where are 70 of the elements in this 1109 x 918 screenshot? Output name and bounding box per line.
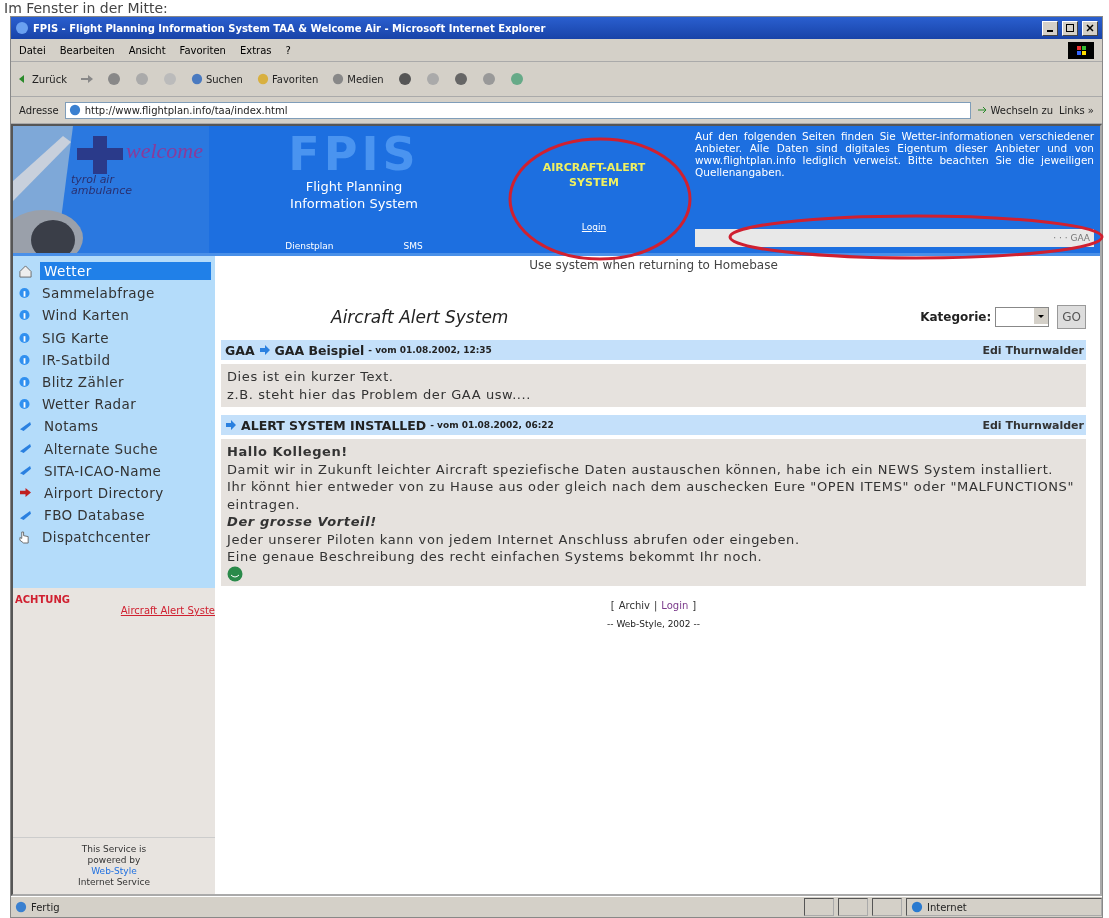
homebase-notice: Use system when returning to Homebase	[529, 258, 778, 272]
sidebar-item[interactable]: Wind Karten	[19, 304, 211, 327]
bracket-text: [	[610, 599, 615, 611]
go-button[interactable]: GO	[1057, 305, 1086, 329]
header-link[interactable]: SMS	[403, 241, 423, 251]
window-title: FPIS - Flight Planning Information System TAA & Welcome Air - Microsoft Internet Explorer	[33, 22, 547, 34]
go-button[interactable]: Wechseln zu	[977, 104, 1053, 116]
sidebar-item[interactable]: SITA-ICAO-Name	[19, 459, 211, 482]
sidebar-item[interactable]: FBO Database	[19, 504, 211, 527]
archive-link[interactable]: Archiv	[618, 599, 650, 611]
powered-by-text: This Service is	[81, 844, 147, 855]
logo-subtitle: tyrol air ambulance	[71, 174, 133, 196]
notice-text: Auf den folgenden Seiten finden Sie Wetter-informationen verschiedener Anbieter. Alle Daten sind digitales Eigentum dieser Anbieter und von www.flightplan.info lediglich verweist. Bitte beachten Sie die jeweiligen Quellenangaben.	[695, 130, 1094, 178]
sidebar-item[interactable]: Alternate Suche	[19, 437, 211, 460]
status-text: Fertig	[31, 901, 60, 913]
sidebar-item[interactable]: Sammelabfrage	[19, 282, 211, 305]
post-text: Jeder unserer Piloten kann von jedem Internet Anschluss abrufen oder eingeben.	[227, 530, 801, 548]
post-date: - vom 01.08.2002, 06:22	[430, 420, 554, 430]
alert-system-link[interactable]: Aircraft Alert Syste	[120, 605, 215, 617]
logo-text: welcome	[126, 138, 203, 164]
post-author: Edi Thurnwalder	[982, 418, 1084, 432]
sidebar-item[interactable]: Notams	[19, 415, 211, 438]
news-ticker: · · · GAA	[695, 229, 1094, 247]
post-category: GAA	[225, 342, 255, 358]
post-text: Hallo Kollegen!	[227, 443, 349, 461]
login-link[interactable]: Login	[661, 599, 689, 611]
address-label: Adresse	[19, 104, 59, 116]
brand-subtitle: Flight Planning Information System	[289, 178, 419, 212]
media-button[interactable]: Medien	[332, 73, 384, 85]
copyright-text: -- Web-Style, 2002 --	[607, 618, 700, 629]
post-date: - vom 01.08.2002, 12:35	[368, 345, 492, 355]
search-button[interactable]: Suchen	[190, 73, 243, 85]
powered-by-text: powered by	[87, 855, 141, 866]
menu-item[interactable]: Extras	[239, 44, 272, 56]
menu-item[interactable]: Favoriten	[179, 44, 226, 56]
warning-label: ACHTUNG	[15, 594, 71, 606]
web-style-link[interactable]: Web-Style	[91, 866, 137, 877]
address-field[interactable]: http://www.flightplan.info/taa/index.html	[64, 101, 972, 119]
post-title: ALERT SYSTEM INSTALLED	[241, 417, 427, 433]
sidebar-item[interactable]: IR-Satbild	[19, 348, 211, 371]
sidebar-item[interactable]: SIG Karte	[19, 326, 211, 349]
alert-system-title: AIRCRAFT-ALERT SYSTEM	[541, 160, 647, 190]
menu-item[interactable]: ?	[285, 44, 291, 56]
post-text: z.B. steht hier das Problem der GAA usw....	[227, 385, 533, 403]
post-text: Dies ist ein kurzer Text.	[227, 368, 395, 386]
header-link[interactable]: Dienstplan	[285, 241, 334, 251]
post-text: Damit wir in Zukunft leichter Aircraft speziefische Daten austauschen können, habe ich ein NEWS System installiert.	[227, 460, 1055, 478]
bracket-text: ]	[692, 599, 697, 611]
post-title: GAA Beispiel	[274, 342, 365, 358]
favorites-button[interactable]: Favoriten	[256, 73, 319, 85]
separator-text: |	[653, 599, 658, 611]
post-text: Der grosse Vorteil!	[227, 513, 378, 531]
zone-text: Internet	[927, 901, 967, 913]
links-button[interactable]: Links »	[1059, 104, 1094, 116]
login-link[interactable]: Login	[581, 222, 607, 232]
menu-item[interactable]: Ansicht	[128, 44, 166, 56]
back-button[interactable]: Zurück	[19, 73, 67, 85]
menu-item[interactable]: Datei	[19, 44, 46, 56]
menu-item[interactable]: Bearbeiten	[59, 44, 115, 56]
sidebar-item[interactable]: Airport Directory	[19, 481, 211, 505]
sidebar-item[interactable]: Dispatchcenter	[19, 526, 211, 549]
page-title: Aircraft Alert System	[331, 307, 510, 327]
sidebar-item[interactable]: Blitz Zähler	[19, 370, 211, 394]
post-author: Edi Thurnwalder	[982, 343, 1084, 357]
post-text: Eine genaue Beschreibung des recht einfachen Systems bekommt Ihr noch.	[227, 548, 764, 566]
sidebar-item[interactable]: Wetter Radar	[19, 393, 211, 416]
post-text: Ihr könnt hier entweder von zu Hause aus oder gleich nach dem auschecken Eure "OPEN ITEMS" oder "MALFUNCTIONS" eintragen.	[227, 478, 1075, 513]
powered-by-text: Internet Service	[78, 877, 150, 888]
caption-text: Im Fenster in der Mitte:	[3, 0, 169, 16]
category-label: Kategorie:	[920, 310, 992, 324]
